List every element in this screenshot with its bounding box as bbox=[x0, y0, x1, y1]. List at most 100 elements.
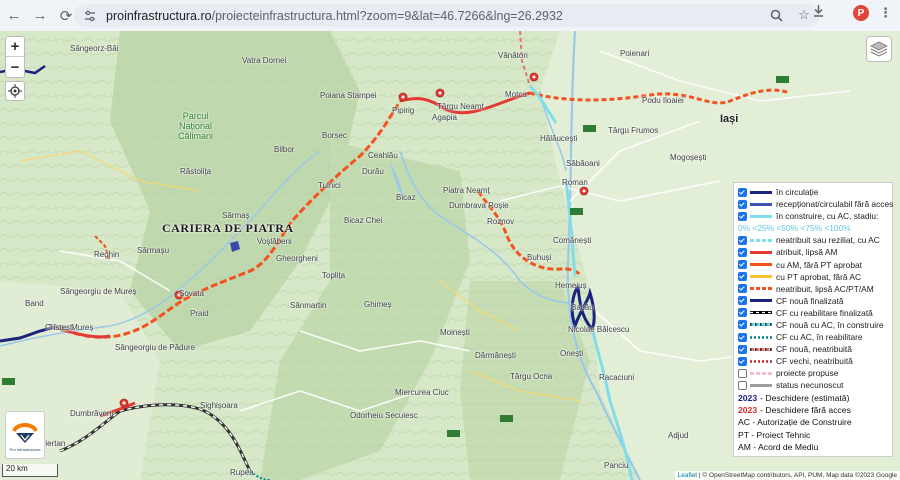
city-label: Comănești bbox=[553, 236, 592, 245]
city-label: Sângeorz-Băi bbox=[70, 44, 119, 53]
legend-item[interactable]: cu AM, fără PT aprobat bbox=[738, 258, 888, 270]
forward-icon[interactable]: → bbox=[28, 4, 52, 28]
city-label: Săbăoani bbox=[566, 159, 600, 168]
checkbox-checked-icon[interactable] bbox=[738, 284, 747, 294]
city-label: Buhuși bbox=[527, 253, 552, 262]
city-label: Toplița bbox=[322, 271, 346, 280]
city-label: Roman bbox=[562, 178, 588, 187]
legend-item[interactable]: CF cu AC, în reabilitare bbox=[738, 331, 888, 343]
pro-infrastructura-logo: Pro Infrastructura bbox=[5, 411, 45, 459]
checkbox-checked-icon[interactable] bbox=[738, 235, 747, 245]
back-icon[interactable]: ← bbox=[2, 4, 26, 28]
map-canvas[interactable]: Iași Piatra Neamț Bacău Târgu Mureș Târgu Ne… bbox=[0, 31, 900, 480]
city-label: Sărmaș bbox=[222, 211, 250, 220]
route-a7-constructie[interactable] bbox=[564, 180, 577, 277]
site-settings-icon[interactable] bbox=[82, 8, 98, 24]
zoom-in-button[interactable]: + bbox=[6, 37, 24, 57]
legend-item[interactable]: neatribuit sau reziliat, cu AC bbox=[738, 234, 888, 246]
legend-line-swatch bbox=[750, 299, 772, 303]
checkbox-checked-icon[interactable] bbox=[738, 247, 747, 257]
city-label: Târgu Frumos bbox=[608, 126, 659, 135]
city-label: Sighișoara bbox=[200, 401, 238, 410]
legend-item[interactable]: CF nouă cu AC, în construire bbox=[738, 319, 888, 331]
map-attribution: Leaflet | © OpenStreetMap contributors, … bbox=[674, 471, 900, 480]
layers-icon bbox=[870, 41, 888, 57]
legend-item[interactable]: status necunoscut bbox=[738, 379, 888, 391]
legend-item[interactable]: neatribuit, lipsă AC/PT/AM bbox=[738, 283, 888, 295]
quarry-label: CARIERA DE PIATRA bbox=[162, 221, 294, 235]
city-label: Durău bbox=[362, 167, 384, 176]
legend-line-swatch bbox=[750, 347, 772, 351]
city-label: Cristești bbox=[45, 323, 74, 332]
city-label: Roznov bbox=[487, 217, 515, 226]
legend-line-swatch bbox=[750, 250, 772, 254]
zoom-icon[interactable] bbox=[768, 7, 784, 23]
legend-item-label: CF cu AC, în reabilitare bbox=[776, 332, 863, 343]
download-icon[interactable] bbox=[812, 4, 825, 22]
checkbox-checked-icon[interactable] bbox=[738, 356, 747, 366]
checkbox-checked-icon[interactable] bbox=[738, 260, 747, 270]
legend-line-swatch bbox=[750, 371, 772, 375]
legend-item[interactable]: CF nouă finalizată bbox=[738, 295, 888, 307]
legend-item-label: CF nouă finalizată bbox=[776, 295, 844, 306]
legend-item-label: CF cu reabilitare finalizată bbox=[776, 307, 873, 318]
legend-item[interactable]: CF nouă, neatribuită bbox=[738, 343, 888, 355]
legend-item-label: neatribuit sau reziliat, cu AC bbox=[776, 235, 880, 246]
profile-avatar[interactable]: P bbox=[853, 5, 869, 21]
legend-item[interactable]: CF cu reabilitare finalizată bbox=[738, 307, 888, 319]
route-in-constructie-motca[interactable] bbox=[528, 84, 558, 124]
legend-item-label: neatribuit, lipsă AC/PT/AM bbox=[776, 283, 874, 294]
checkbox-unchecked-icon[interactable] bbox=[738, 380, 747, 390]
legend-line-swatch bbox=[750, 311, 772, 315]
legend-item[interactable]: recepționat/circulabil fără acces bbox=[738, 198, 893, 210]
leaflet-link[interactable]: Leaflet bbox=[678, 472, 698, 479]
legend-item[interactable]: în construire, cu AC, stadiu: bbox=[738, 210, 888, 222]
legend-item[interactable]: cu PT aprobat, fără AC bbox=[738, 271, 888, 283]
address-bar[interactable]: proinfrastructura.ro/proiecteinfrastruct… bbox=[74, 4, 820, 27]
city-label: Răstolița bbox=[180, 167, 212, 176]
legend-item-label: status necunoscut bbox=[776, 380, 844, 391]
city-label: Sărmașu bbox=[137, 246, 170, 255]
checkbox-checked-icon[interactable] bbox=[738, 332, 747, 342]
more-menu-icon[interactable]: ⋮ bbox=[879, 5, 892, 21]
zoom-out-button[interactable]: − bbox=[6, 57, 24, 77]
city-label: Miercurea Ciuc bbox=[395, 388, 449, 397]
city-label: Rupea bbox=[230, 468, 254, 477]
checkbox-checked-icon[interactable] bbox=[738, 199, 747, 209]
legend-item[interactable]: proiecte propuse bbox=[738, 367, 888, 379]
quarry-marker[interactable] bbox=[230, 241, 240, 252]
city-label: Ceahlău bbox=[368, 151, 398, 160]
legend-item[interactable]: CF vechi, neatribuită bbox=[738, 355, 888, 367]
city-label: Bicaz Chei bbox=[344, 216, 383, 225]
checkbox-checked-icon[interactable] bbox=[738, 320, 747, 330]
checkbox-checked-icon[interactable] bbox=[738, 308, 747, 318]
city-label: Târgu Ocna bbox=[510, 372, 553, 381]
checkbox-unchecked-icon[interactable] bbox=[738, 368, 747, 378]
locate-button[interactable] bbox=[5, 81, 25, 101]
legend-item-label: CF nouă cu AC, în construire bbox=[776, 319, 884, 330]
city-label: Mogoșești bbox=[670, 153, 707, 162]
logo-icon bbox=[12, 422, 38, 443]
legend-open-no-access: 2023 - Deschidere fără acces bbox=[738, 405, 851, 416]
city-label: Hemeiuș bbox=[555, 281, 587, 290]
legend-note-am: AM - Acord de Mediu bbox=[738, 442, 819, 453]
legend-item[interactable]: în circulație bbox=[738, 186, 888, 198]
city-label: Odorheiu Secuiesc bbox=[350, 411, 418, 420]
checkbox-checked-icon[interactable] bbox=[738, 211, 747, 221]
bookmark-star-icon[interactable]: ☆ bbox=[796, 7, 812, 23]
legend-item[interactable]: atribuit, lipsă AM bbox=[738, 246, 888, 258]
legend-item-label: proiecte propuse bbox=[776, 368, 839, 379]
checkbox-checked-icon[interactable] bbox=[738, 272, 747, 282]
checkbox-checked-icon[interactable] bbox=[738, 344, 747, 354]
city-label: Borsec bbox=[322, 131, 347, 140]
checkbox-checked-icon[interactable] bbox=[738, 296, 747, 306]
legend-stage-scale: 0% <25% <50% <75% <100% bbox=[738, 223, 851, 234]
legend-line-swatch bbox=[750, 238, 772, 242]
city-label: Pipirig bbox=[392, 106, 415, 115]
layers-button[interactable] bbox=[866, 36, 892, 62]
checkbox-checked-icon[interactable] bbox=[738, 187, 747, 197]
city-label: Târgu Neamț bbox=[437, 102, 484, 111]
city-label: Poienari bbox=[620, 49, 650, 58]
city-label: Racaciuni bbox=[599, 373, 635, 382]
legend-panel: în circulație recepționat/circulabil fără… bbox=[733, 182, 893, 457]
